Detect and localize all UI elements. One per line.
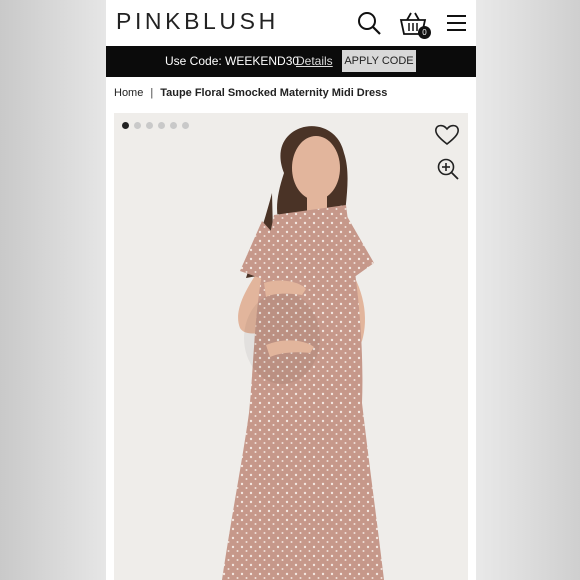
carousel-dot-6[interactable] bbox=[182, 122, 189, 129]
breadcrumb: Home | Taupe Floral Smocked Maternity Midi… bbox=[114, 87, 387, 99]
mobile-screen: PINKBLUSH 0 Use Code: WEEKEND30 Details … bbox=[106, 0, 476, 580]
blurred-background-right bbox=[476, 0, 580, 580]
carousel-dot-3[interactable] bbox=[146, 122, 153, 129]
carousel-dot-1[interactable] bbox=[122, 122, 129, 129]
zoom-in-icon[interactable] bbox=[436, 157, 460, 181]
search-icon[interactable] bbox=[356, 10, 382, 36]
promo-code-text: Use Code: WEEKEND30 bbox=[165, 54, 300, 68]
heart-icon[interactable] bbox=[434, 123, 460, 147]
breadcrumb-current-page: Taupe Floral Smocked Maternity Midi Dres… bbox=[160, 87, 388, 99]
product-image-gallery[interactable] bbox=[114, 113, 468, 580]
blurred-background-left bbox=[0, 0, 106, 580]
product-photo bbox=[114, 113, 468, 580]
carousel-dots bbox=[122, 122, 189, 129]
apply-code-button[interactable]: APPLY CODE bbox=[342, 50, 416, 72]
site-header: PINKBLUSH 0 bbox=[106, 0, 476, 46]
site-logo[interactable]: PINKBLUSH bbox=[116, 8, 279, 35]
cart-count-badge: 0 bbox=[418, 26, 431, 39]
breadcrumb-separator: | bbox=[150, 87, 154, 99]
carousel-dot-5[interactable] bbox=[170, 122, 177, 129]
carousel-dot-4[interactable] bbox=[158, 122, 165, 129]
promo-details-link[interactable]: Details bbox=[296, 54, 333, 68]
hamburger-menu-icon[interactable] bbox=[444, 10, 470, 36]
promo-banner: Use Code: WEEKEND30 Details APPLY CODE bbox=[106, 46, 476, 77]
carousel-dot-2[interactable] bbox=[134, 122, 141, 129]
breadcrumb-home-link[interactable]: Home bbox=[114, 87, 143, 99]
